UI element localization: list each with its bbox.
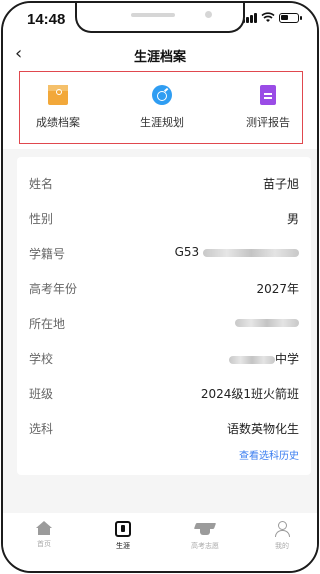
profile-row-school: 学校 中学 — [29, 350, 299, 370]
row-value: 语数英物化生 — [226, 422, 299, 436]
page-title: 生涯档案 — [133, 50, 186, 65]
row-value: 2024级1班火箭班 — [200, 387, 299, 401]
nav-header: ‹ 生涯档案 — [3, 37, 317, 71]
row-key: 性别 — [29, 212, 54, 226]
graduation-cap-icon — [195, 521, 215, 537]
tab-gaokao-application[interactable]: 高考志愿 — [175, 521, 235, 551]
status-time: 14:48 — [27, 11, 66, 28]
notch — [75, 3, 245, 33]
compass-icon — [152, 85, 172, 105]
status-icons — [242, 12, 302, 23]
tab-mine[interactable]: 我的 — [252, 521, 312, 551]
feature-strip: 成绩档案 生涯规划 测评报告 — [3, 71, 317, 149]
row-key: 高考年份 — [29, 282, 78, 296]
profile-card: 姓名 苗子旭 性别 男 学籍号 G53 高考年份 2027年 所在地 学校 中学… — [17, 157, 311, 475]
tab-career[interactable]: 生涯 — [93, 521, 153, 551]
profile-row-class: 班级 2024级1班火箭班 — [29, 385, 299, 405]
row-value: 苗子旭 — [262, 177, 299, 191]
home-icon — [36, 521, 52, 535]
profile-row-gender: 性别 男 — [29, 210, 299, 230]
camera-dot — [205, 11, 212, 18]
feature-label: 测评报告 — [246, 116, 290, 129]
subject-history-link[interactable]: 查看选科历史 — [239, 447, 299, 462]
tab-home[interactable]: 首页 — [14, 521, 74, 549]
profile-row-exam-year: 高考年份 2027年 — [29, 280, 299, 300]
feature-label: 成绩档案 — [36, 116, 80, 129]
profile-row-name: 姓名 苗子旭 — [29, 175, 299, 195]
student-id-prefix: G53 — [174, 245, 200, 259]
row-key: 班级 — [29, 387, 54, 401]
career-icon — [115, 521, 131, 537]
row-value: 2027年 — [256, 282, 299, 296]
wifi-icon — [261, 12, 275, 22]
bottom-tab-bar: 首页 生涯 高考志愿 我的 — [3, 513, 317, 571]
row-key: 姓名 — [29, 177, 54, 191]
grade-folder-icon — [48, 85, 68, 105]
school-suffix: 中学 — [274, 352, 299, 366]
battery-icon — [279, 12, 302, 23]
row-key: 学籍号 — [29, 247, 66, 261]
redacted-blur — [235, 318, 299, 327]
redacted-blur — [203, 248, 299, 257]
feature-assessment-report[interactable]: 测评报告 — [223, 85, 313, 130]
row-value: G53 — [175, 245, 299, 259]
row-key: 所在地 — [29, 317, 66, 331]
tab-label: 我的 — [275, 542, 289, 550]
feature-label: 生涯规划 — [140, 116, 184, 129]
row-value — [235, 315, 299, 329]
row-value: 男 — [286, 212, 299, 226]
feature-grade-archive[interactable]: 成绩档案 — [13, 85, 103, 130]
feature-career-plan[interactable]: 生涯规划 — [117, 85, 207, 130]
redacted-blur — [228, 355, 275, 364]
report-icon — [260, 85, 276, 105]
profile-row-student-id: 学籍号 G53 — [29, 245, 299, 265]
row-value: 中学 — [228, 350, 299, 367]
row-key: 学校 — [29, 352, 54, 366]
phone-frame: 14:48 ‹ 生涯档案 成绩档案 生涯规划 测评报告 姓名 苗子旭 性别 男 … — [1, 1, 319, 573]
tab-label: 首页 — [37, 540, 51, 548]
row-key: 选科 — [29, 422, 54, 436]
profile-row-subjects: 选科 语数英物化生 — [29, 420, 299, 440]
profile-row-location: 所在地 — [29, 315, 299, 335]
speaker-grille — [131, 13, 175, 17]
tab-label: 高考志愿 — [191, 542, 219, 550]
person-icon — [274, 521, 290, 537]
tab-label: 生涯 — [116, 542, 130, 550]
